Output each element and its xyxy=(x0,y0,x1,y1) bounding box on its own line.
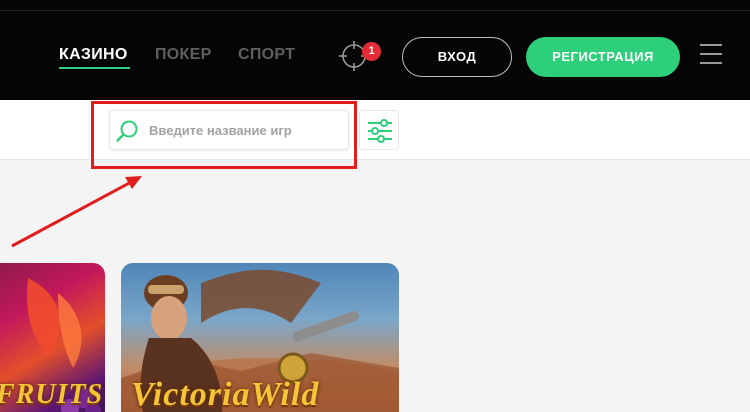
hamburger-menu-icon[interactable] xyxy=(700,44,722,66)
nav-item-poker[interactable]: ПОКЕР xyxy=(155,46,212,64)
nav-item-sport[interactable]: СПОРТ xyxy=(238,46,295,64)
nav-item-casino[interactable]: КАЗИНО xyxy=(59,46,128,64)
login-button[interactable]: ВХОД xyxy=(402,37,512,77)
game-card-victoria-wild[interactable]: VictoriaWild xyxy=(121,263,399,412)
annotation-highlight-box xyxy=(91,101,357,169)
game-title-fruits: FRUITS xyxy=(0,379,104,410)
game-card-fruits[interactable]: FRUITS xyxy=(0,263,105,412)
header-divider xyxy=(0,10,750,11)
sliders-icon xyxy=(368,119,392,143)
filter-button[interactable] xyxy=(359,110,399,150)
top-navigation-bar: КАЗИНО ПОКЕР СПОРТ 1 ВХОД РЕГИСТРАЦИЯ xyxy=(0,0,750,100)
active-nav-underline xyxy=(59,67,130,69)
game-title-victoria-wild: VictoriaWild xyxy=(131,376,320,412)
register-button[interactable]: РЕГИСТРАЦИЯ xyxy=(526,37,680,77)
notification-badge: 1 xyxy=(362,42,381,61)
